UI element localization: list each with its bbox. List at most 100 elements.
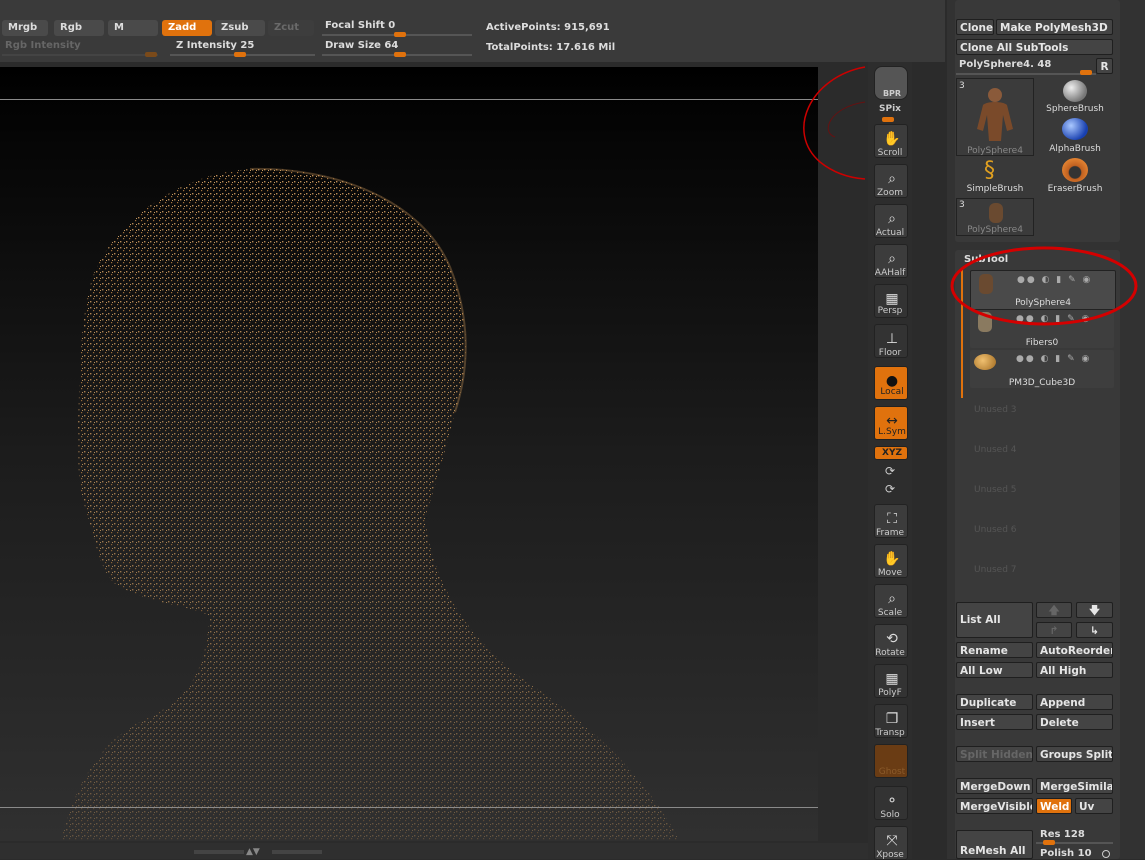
spix-slider[interactable] xyxy=(882,117,894,122)
eraserbrush-icon[interactable] xyxy=(1062,158,1088,182)
mergevisible-button[interactable]: MergeVisible xyxy=(956,798,1033,814)
current-tool-label: PolySphere4. 48 xyxy=(959,59,1052,70)
res-label: Res 128 xyxy=(1040,829,1085,840)
r-button[interactable]: R xyxy=(1096,58,1113,74)
subtool-unused-slot: Unused 6 xyxy=(974,525,1017,535)
append-button[interactable]: Append xyxy=(1036,694,1113,710)
head-point-cloud xyxy=(60,167,680,841)
subtool-unused-slot: Unused 5 xyxy=(974,485,1017,495)
groups-split-button[interactable]: Groups Split xyxy=(1036,746,1113,762)
move-down-arrow-button[interactable]: ↳ xyxy=(1076,622,1113,638)
polyframe-grid-icon: ▦ xyxy=(885,671,899,687)
mergesimilar-button[interactable]: MergeSimilar xyxy=(1036,778,1113,794)
figure-mini-icon xyxy=(989,203,1003,223)
bpr-button[interactable]: BPR xyxy=(874,66,908,100)
persp-grid-icon: ▦ xyxy=(885,291,899,307)
ghost-button[interactable]: Ghost xyxy=(874,744,908,778)
alphabrush-icon[interactable] xyxy=(1062,118,1088,140)
all-high-button[interactable]: All High xyxy=(1036,662,1113,678)
spherebrush-label[interactable]: SphereBrush xyxy=(1040,104,1110,114)
subtool-toggle-icons[interactable]: ●● ◐ ▮ ✎ ◉ xyxy=(1016,354,1091,364)
alphabrush-label[interactable]: AlphaBrush xyxy=(1040,144,1110,154)
subtool-unused-slot: Unused 7 xyxy=(974,565,1017,575)
lsym-button[interactable]: ↔ L.Sym xyxy=(874,406,908,440)
polish-toggle-icon[interactable] xyxy=(1102,850,1110,858)
scroll-track-left[interactable] xyxy=(194,850,244,854)
subtool-item-pm3d-cube3d[interactable]: ●● ◐ ▮ ✎ ◉ PM3D_Cube3D xyxy=(970,350,1114,388)
res-slider-knob[interactable] xyxy=(1043,840,1055,845)
eraserbrush-label[interactable]: EraserBrush xyxy=(1040,184,1110,194)
move-up-arrow-button[interactable]: ↱ xyxy=(1036,622,1072,638)
rgb-intensity-knob[interactable] xyxy=(145,52,157,57)
floor-icon: ⊥ xyxy=(885,331,899,347)
clone-all-subtools-button[interactable]: Clone All SubTools xyxy=(956,39,1113,55)
draw-size-label: Draw Size 64 xyxy=(325,40,399,51)
zadd-button[interactable]: Zadd xyxy=(162,20,212,36)
make-polymesh-button[interactable]: Make PolyMesh3D xyxy=(996,19,1113,35)
annotation-arc xyxy=(803,66,866,180)
bottom-scrollbar[interactable]: ▲▼ xyxy=(0,843,868,859)
mergedown-button[interactable]: MergeDown xyxy=(956,778,1033,794)
mrgb-button[interactable]: Mrgb xyxy=(2,20,48,36)
tool-thumb-polysphere4-small[interactable]: 3 PolySphere4 xyxy=(956,198,1034,236)
clone-button[interactable]: Clone xyxy=(956,19,994,35)
m-button[interactable]: M xyxy=(108,20,158,36)
simplebrush-label[interactable]: SimpleBrush xyxy=(960,184,1030,194)
uv-button[interactable]: Uv xyxy=(1075,798,1113,814)
scroll-track-right[interactable] xyxy=(272,850,322,854)
subtool-unused-slot: Unused 3 xyxy=(974,405,1017,415)
tool-slider-knob[interactable] xyxy=(1080,70,1092,75)
aahalf-icon: ⌕ xyxy=(888,251,896,267)
rotate-z-icon[interactable]: ⟳ xyxy=(868,482,912,496)
rotate-label: Rotate xyxy=(875,648,905,658)
z-intensity-knob[interactable] xyxy=(234,52,246,57)
move-up-button[interactable]: 🡅 xyxy=(1036,602,1072,618)
focal-shift-knob[interactable] xyxy=(394,32,406,37)
zcut-button[interactable]: Zcut xyxy=(268,20,314,36)
scale-label: Scale xyxy=(877,608,903,618)
weld-button[interactable]: Weld xyxy=(1036,798,1072,814)
rename-button[interactable]: Rename xyxy=(956,642,1033,658)
zsub-button[interactable]: Zsub xyxy=(215,20,265,36)
move-down-button[interactable]: 🡇 xyxy=(1076,602,1113,618)
duplicate-button[interactable]: Duplicate xyxy=(956,694,1033,710)
local-button[interactable]: ● Local xyxy=(874,366,908,400)
active-points-readout: ActivePoints: 915,691 xyxy=(486,22,610,33)
polish-label: Polish 10 xyxy=(1040,848,1092,859)
spix-label: SPix xyxy=(879,104,901,114)
subtool-thumb-icon xyxy=(974,354,996,370)
autoreorder-button[interactable]: AutoReorder xyxy=(1036,642,1113,658)
viewport-canvas[interactable] xyxy=(0,67,818,841)
focal-shift-value: 0 xyxy=(388,20,396,31)
delete-button[interactable]: Delete xyxy=(1036,714,1113,730)
persp-label: Persp xyxy=(877,306,903,316)
tool-thumb-polysphere4[interactable]: 3 PolySphere4 xyxy=(956,78,1034,156)
split-hidden-button[interactable]: Split Hidden xyxy=(956,746,1033,762)
frame-label: Frame xyxy=(875,528,905,538)
actual-label: Actual xyxy=(875,228,905,238)
top-toolbar: Mrgb Rgb M Zadd Zsub Zcut Rgb Intensity … xyxy=(0,0,945,62)
transp-label: Transp xyxy=(875,728,905,738)
rgb-button[interactable]: Rgb xyxy=(54,20,104,36)
remesh-all-button[interactable]: ReMesh All xyxy=(956,830,1033,859)
insert-button[interactable]: Insert xyxy=(956,714,1033,730)
zoom-label: Zoom xyxy=(877,188,903,198)
simplebrush-icon[interactable]: § xyxy=(984,158,995,183)
focal-shift-label: Focal Shift 0 xyxy=(325,20,396,31)
draw-size-value: 64 xyxy=(384,40,399,51)
scroll-icon: ✋ xyxy=(883,131,901,147)
all-low-button[interactable]: All Low xyxy=(956,662,1033,678)
scroll-label: Scroll xyxy=(877,148,903,158)
list-all-button[interactable]: List All xyxy=(956,602,1033,638)
collapse-arrows-icon[interactable]: ▲▼ xyxy=(246,847,260,857)
spherebrush-icon[interactable] xyxy=(1063,80,1087,102)
z-intensity-label: Z Intensity 25 xyxy=(176,40,255,51)
move-hand-icon: ✋ xyxy=(883,551,901,567)
rotate-y-icon[interactable]: ⟳ xyxy=(868,464,912,478)
scale-icon: ⌕ xyxy=(888,591,896,607)
xyz-button[interactable]: XYZ xyxy=(874,446,908,460)
draw-size-knob[interactable] xyxy=(394,52,406,57)
polyf-label: PolyF xyxy=(878,688,902,698)
rgb-intensity-slider[interactable] xyxy=(2,54,158,56)
tool-slider[interactable] xyxy=(956,73,1096,75)
